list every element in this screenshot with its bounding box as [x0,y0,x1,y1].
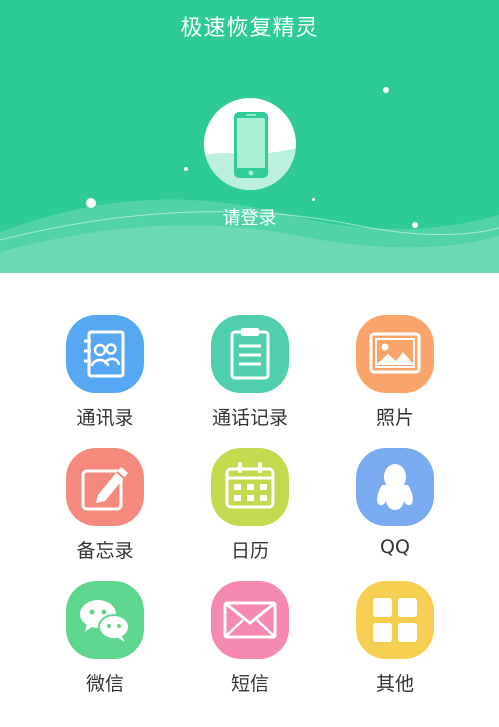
grid-item-call-log[interactable]: 通话记录 [175,314,325,434]
sparkle-dot [312,198,315,201]
grid-item-label: 通讯录 [76,407,134,429]
grid-item-sms[interactable]: 短信 [175,580,325,700]
grid-item-wechat[interactable]: 微信 [30,580,180,700]
grid-item-label: QQ [380,536,410,558]
call-log-icon [211,315,289,393]
sparkle-dot [184,167,188,171]
grid-item-memo[interactable]: 备忘录 [30,447,180,567]
qq-icon [356,448,434,526]
avatar[interactable] [204,98,296,190]
grid-item-label: 短信 [230,673,269,695]
grid-item-label: 其他 [375,673,414,695]
grid-item-label: 通话记录 [211,407,288,429]
grid-item-qq[interactable]: QQ [320,447,470,567]
header-banner: 极速恢复精灵 请登录 [0,0,499,273]
memo-icon [66,448,144,526]
grid-item-calendar[interactable]: 日历 [175,447,325,567]
wechat-icon [66,581,144,659]
photo-icon [356,315,434,393]
grid-item-label: 日历 [230,540,269,562]
grid-item-label: 微信 [85,673,124,695]
sparkle-dot [383,87,389,93]
login-link[interactable]: 请登录 [0,204,499,230]
app-title: 极速恢复精灵 [180,16,319,41]
grid-item-label: 照片 [375,407,414,429]
calendar-icon [211,448,289,526]
other-icon [356,581,434,659]
phone-icon [204,112,296,190]
grid-item-label: 备忘录 [76,540,134,562]
contacts-icon [66,315,144,393]
grid-item-other[interactable]: 其他 [320,580,470,700]
sms-icon [211,581,289,659]
grid-item-contacts[interactable]: 通讯录 [30,314,180,434]
grid-item-photos[interactable]: 照片 [320,314,470,434]
